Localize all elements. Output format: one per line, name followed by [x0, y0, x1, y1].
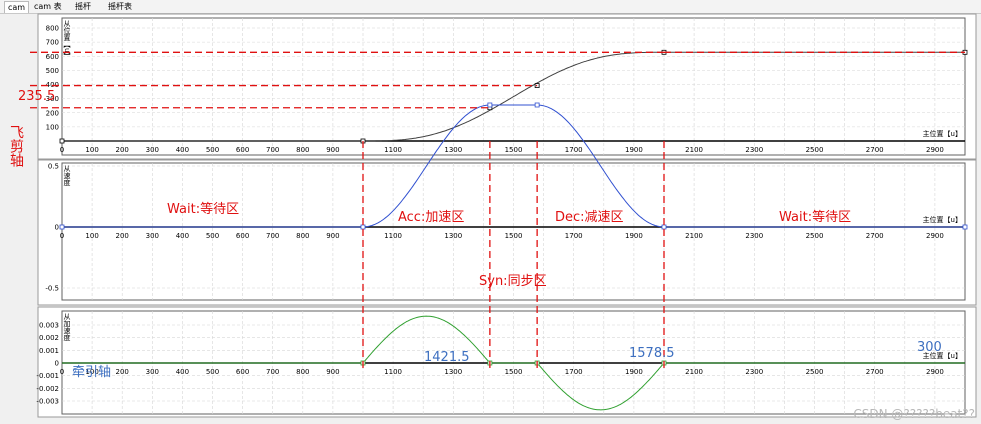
x-tick-label: 2900	[926, 232, 944, 240]
x-tick-label: 2500	[806, 368, 824, 376]
x-tick-label: 0	[60, 368, 64, 376]
y-axis-title: 从速度	[63, 165, 71, 187]
x-tick-label: 900	[326, 232, 339, 240]
x-tick-label: 1300	[444, 232, 462, 240]
x-tick-label: 1900	[625, 146, 643, 154]
value-235-label: 235.5	[18, 89, 56, 104]
velocity-point	[487, 102, 493, 108]
x-tick-label: 2300	[745, 146, 763, 154]
x-tick-label: 900	[326, 368, 339, 376]
x-tick-label: 1100	[384, 232, 402, 240]
x-tick-label: 2300	[745, 232, 763, 240]
x-tick-label: 300	[146, 146, 159, 154]
y-tick-label: -0.003	[36, 398, 59, 406]
x-tick-label: 2700	[866, 232, 884, 240]
x-tick-label: 500	[206, 146, 219, 154]
y-tick-label: 600	[46, 53, 59, 61]
x-tick-label: 2700	[866, 146, 884, 154]
fly-axis-label: 飞剪轴	[8, 125, 24, 167]
x-tick-label: 1700	[565, 368, 583, 376]
x-1578-label: 1578.5	[629, 346, 675, 361]
x-tick-label: 1300	[444, 368, 462, 376]
x-tick-label: 500	[206, 232, 219, 240]
x-tick-label: 700	[266, 232, 279, 240]
wait-left-label: Wait:等待区	[167, 202, 240, 217]
x-tick-label: 2100	[685, 146, 703, 154]
x-tick-label: 600	[236, 368, 249, 376]
y-tick-label: -0.002	[36, 385, 59, 393]
x-1421-label: 1421.5	[424, 350, 470, 365]
x-tick-label: 400	[176, 146, 189, 154]
x-tick-label: 1500	[505, 146, 523, 154]
x-tick-label: 100	[85, 232, 98, 240]
x-tick-label: 900	[326, 146, 339, 154]
x-tick-label: 2900	[926, 146, 944, 154]
x-tick-label: 2900	[926, 368, 944, 376]
velocity-point	[59, 224, 65, 230]
x-axis-title: 主位置【u】	[923, 215, 962, 224]
x-tick-label: 1300	[444, 146, 462, 154]
x-tick-label: 1500	[505, 232, 523, 240]
x-tick-label: 400	[176, 232, 189, 240]
acc-zone-label: Acc:加速区	[398, 210, 465, 225]
x-tick-label: 0	[60, 146, 64, 154]
y-tick-label: -0.5	[45, 285, 59, 293]
x-tick-label: 1900	[625, 232, 643, 240]
traction-axis-label: 牵引轴	[72, 365, 112, 380]
x-tick-label: 700	[266, 368, 279, 376]
x-tick-label: 1700	[565, 232, 583, 240]
y-tick-label: 200	[46, 109, 59, 117]
y-tick-label: 0.001	[39, 347, 59, 355]
x-tick-label: 800	[296, 146, 309, 154]
x-tick-label: 700	[266, 146, 279, 154]
x-tick-label: 1100	[384, 368, 402, 376]
x-tick-label: 200	[116, 146, 129, 154]
velocity-point	[534, 102, 540, 108]
x-tick-label: 500	[206, 368, 219, 376]
x-tick-label: 1500	[505, 368, 523, 376]
x-tick-label: 0	[60, 232, 64, 240]
x-tick-label: 2100	[685, 232, 703, 240]
y-axis-title: 从位置【u】	[63, 20, 71, 59]
x-tick-label: 1900	[625, 368, 643, 376]
y-tick-label: 0	[55, 360, 59, 368]
x-tick-label: 2300	[745, 368, 763, 376]
velocity-point	[360, 224, 366, 230]
x-tick-label: 300	[146, 232, 159, 240]
y-tick-label: 500	[46, 67, 59, 75]
y-tick-label: -0.001	[36, 372, 59, 380]
y-tick-label: 100	[46, 123, 59, 131]
x-tick-label: 400	[176, 368, 189, 376]
y-tick-label: 0	[55, 224, 59, 232]
x-tick-label: 200	[116, 368, 129, 376]
x-tick-label: 2500	[806, 146, 824, 154]
velocity-point	[962, 224, 968, 230]
y-tick-label: 700	[46, 39, 59, 47]
x-tick-label: 1700	[565, 146, 583, 154]
y-axis-title: 从加速度	[63, 313, 71, 342]
y-tick-label: 0.003	[39, 322, 59, 330]
dec-zone-label: Dec:减速区	[555, 210, 624, 225]
y-tick-label: 800	[46, 25, 59, 33]
x-tick-label: 1100	[384, 146, 402, 154]
y-tick-label: 0.5	[48, 163, 59, 171]
x-axis-title: 主位置【u】	[923, 129, 962, 138]
x-tick-label: 2100	[685, 368, 703, 376]
x-tick-label: 600	[236, 232, 249, 240]
syn-zone-label: Syn:同步区	[479, 274, 547, 289]
y-tick-label: 0.002	[39, 334, 59, 342]
x-tick-label: 300	[146, 368, 159, 376]
value-300-label: 300	[917, 340, 942, 355]
watermark: CSDN @?????beat??	[853, 407, 975, 421]
velocity-point	[661, 224, 667, 230]
x-tick-label: 600	[236, 146, 249, 154]
wait-right-label: Wait:等待区	[779, 210, 852, 225]
x-tick-label: 100	[85, 146, 98, 154]
x-tick-label: 800	[296, 232, 309, 240]
x-tick-label: 800	[296, 368, 309, 376]
position-point	[59, 138, 65, 144]
x-tick-label: 2700	[866, 368, 884, 376]
x-tick-label: 200	[116, 232, 129, 240]
x-tick-label: 2500	[806, 232, 824, 240]
